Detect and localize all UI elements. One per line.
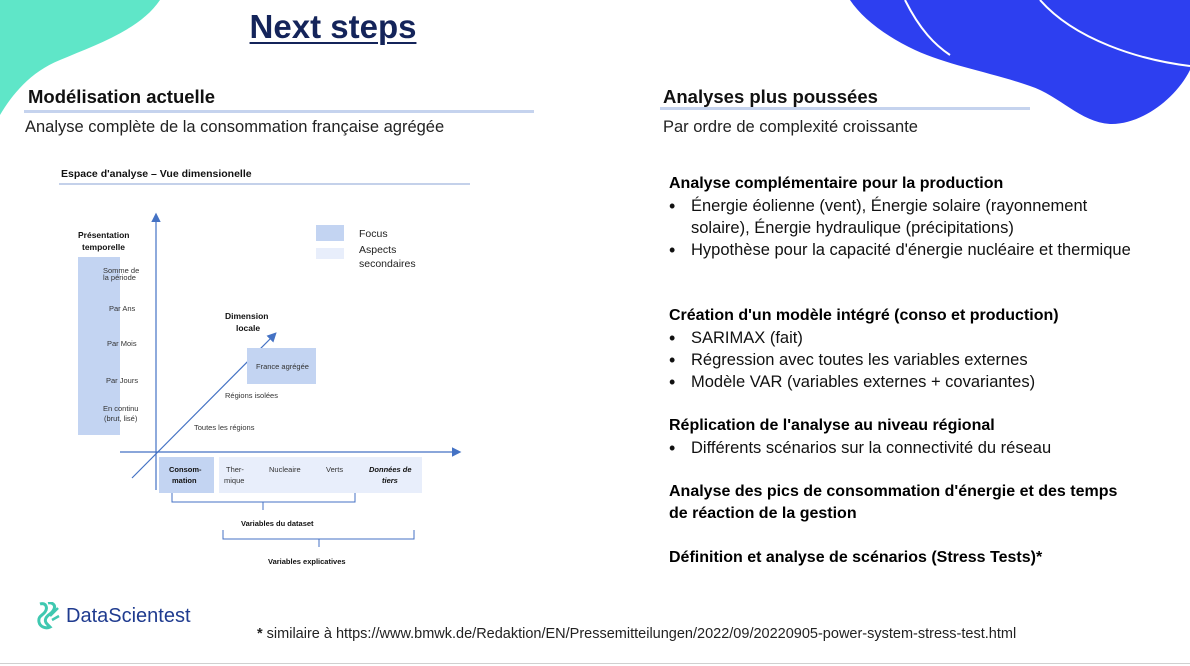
brace-explicatives-label: Variables explicatives (268, 557, 346, 566)
time-item-sum-2: la période (103, 273, 136, 282)
brand-logo-icon (37, 602, 60, 630)
variable-focus-label-2: mation (172, 476, 197, 485)
time-item-years: Par Ans (109, 304, 136, 313)
variable-nucleaire: Nucleaire (269, 465, 301, 474)
brace-dataset-label: Variables du dataset (241, 519, 314, 528)
variable-tiers-1: Données de (369, 465, 412, 474)
analysis-block-stress-tests: Définition et analyse de scénarios (Stre… (669, 547, 1139, 569)
figure-title: Espace d'analyse – Vue dimensionelle (61, 168, 252, 180)
time-item-months: Par Mois (107, 339, 137, 348)
left-section-subtitle: Analyse complète de la consommation fran… (25, 118, 445, 136)
list-item: Hypothèse pour la capacité d'énergie nuc… (669, 239, 1139, 261)
variable-thermique-2: mique (224, 476, 244, 485)
local-axis-title-1: Dimension (225, 311, 268, 321)
block-title: Définition et analyse de scénarios (Stre… (669, 549, 1043, 566)
brand-name: DataScientest (66, 604, 191, 627)
analysis-block-regional: Réplication de l'analyse au niveau régio… (669, 415, 1139, 459)
list-item: Énergie éolienne (vent), Énergie solaire… (669, 195, 1139, 239)
time-item-continuous-1: En continu (103, 404, 138, 413)
time-axis-title-1: Présentation (78, 230, 130, 240)
page-title: Next steps (249, 8, 417, 45)
variable-focus-label-1: Consom- (169, 465, 202, 474)
legend-focus-swatch (316, 225, 344, 241)
analysis-block-peaks: Analyse des pics de consommation d'énerg… (669, 481, 1119, 525)
variable-verts: Verts (326, 465, 343, 474)
variable-focus-box (159, 457, 214, 493)
analysis-block-integrated-model: Création d'un modèle intégré (conso et p… (669, 305, 1139, 393)
local-item-isolated: Régions isolées (225, 391, 278, 400)
time-item-continuous-2: (brut, lisé) (104, 414, 138, 423)
local-focus-label: France agrégée (256, 362, 309, 371)
right-heading-underline (660, 107, 1030, 110)
list-item: Modèle VAR (variables externes + covaria… (669, 371, 1139, 393)
legend-focus-label: Focus (359, 228, 388, 240)
variable-secondary-band (219, 457, 422, 493)
brace-explicatives (222, 530, 415, 547)
block-title: Création d'un modèle intégré (conso et p… (669, 307, 1059, 324)
list-item: Régression avec toutes les variables ext… (669, 349, 1139, 371)
list-item: SARIMAX (fait) (669, 327, 1139, 349)
brace-dataset (171, 493, 356, 510)
left-section-heading: Modélisation actuelle (28, 86, 216, 107)
analysis-block-production: Analyse complémentaire pour la productio… (669, 173, 1139, 261)
local-axis-title-2: locale (236, 323, 260, 333)
time-item-days: Par Jours (106, 376, 138, 385)
footnote-text: similaire à https://www.bmwk.de/Redaktio… (262, 626, 1017, 642)
footnote: * similaire à https://www.bmwk.de/Redakt… (257, 625, 1017, 643)
local-item-all: Toutes les régions (194, 423, 255, 432)
variable-tiers-2: tiers (382, 476, 398, 485)
left-heading-underline (24, 110, 534, 113)
legend-secondary-label-2: secondaires (359, 258, 416, 270)
analysis-space-figure: Espace d'analyse – Vue dimensionelle Foc… (59, 168, 470, 566)
right-section-subtitle: Par ordre de complexité croissante (663, 118, 918, 136)
block-title: Analyse des pics de consommation d'énerg… (669, 483, 1118, 522)
legend-secondary-swatch (316, 248, 344, 259)
right-section-heading: Analyses plus poussées (663, 86, 878, 107)
block-title: Réplication de l'analyse au niveau régio… (669, 417, 995, 434)
legend-secondary-label-1: Aspects (359, 244, 396, 256)
list-item: Différents scénarios sur la connectivité… (669, 437, 1139, 459)
brand-logo: DataScientest (36, 601, 191, 631)
bottom-divider (0, 663, 1190, 664)
variable-thermique-1: Ther- (226, 465, 244, 474)
time-axis-title-2: temporelle (82, 242, 125, 252)
block-title: Analyse complémentaire pour la productio… (669, 175, 1004, 192)
blue-corner-shape (850, 0, 1190, 125)
